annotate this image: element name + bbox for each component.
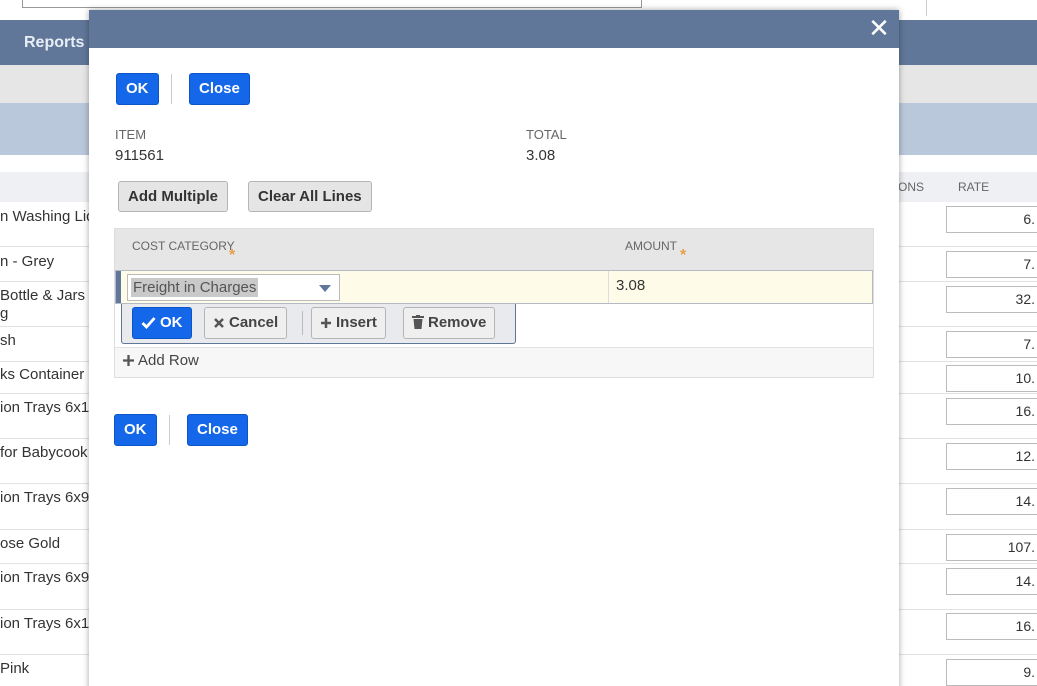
item-name: ion Trays 6x9 <box>0 569 90 586</box>
close-icon[interactable]: ✕ <box>867 15 891 41</box>
add-multiple-button[interactable]: Add Multiple <box>118 181 228 212</box>
cost-category-select[interactable]: Freight in Charges <box>127 274 340 301</box>
active-row-marker <box>116 271 121 303</box>
item-name: n - Grey <box>0 253 55 270</box>
item-name: ion Trays 6x1 <box>0 615 90 632</box>
close-button[interactable]: Close <box>189 73 250 105</box>
item-name: ion Trays 6x9 <box>0 489 90 506</box>
rate-input[interactable]: 14. <box>946 488 1037 515</box>
add-row-button[interactable]: Add Row <box>123 352 199 369</box>
clear-all-lines-button[interactable]: Clear All Lines <box>248 181 372 212</box>
rate-input[interactable]: 10. <box>946 365 1037 392</box>
x-icon <box>214 318 224 328</box>
rate-input[interactable]: 7. <box>946 331 1037 358</box>
item-label: ITEM <box>115 127 147 142</box>
ok-button[interactable]: OK <box>114 414 157 446</box>
nav-item-reports[interactable]: Reports <box>24 34 84 52</box>
add-row-bar: Add Row <box>115 347 873 377</box>
trash-icon <box>412 315 424 329</box>
cost-category-grid: COST CATEGORY * AMOUNT * Freight in Char… <box>114 228 874 378</box>
cost-category-dialog: ✕ OK Close ITEM 911561 TOTAL 3.08 Add Mu… <box>89 10 899 686</box>
rate-input[interactable]: 16. <box>946 398 1037 425</box>
row-cancel-label: Cancel <box>229 314 279 331</box>
row-actions-toolbar: OK Cancel Insert Remove <box>121 304 516 344</box>
item-name: ose Gold <box>0 535 61 552</box>
rate-input[interactable]: 6. <box>946 206 1037 233</box>
grid-header: COST CATEGORY * AMOUNT * <box>115 229 873 270</box>
plus-icon <box>123 355 134 366</box>
rate-input[interactable]: 16. <box>946 613 1037 640</box>
item-value: 911561 <box>115 147 164 164</box>
row-cancel-button[interactable]: Cancel <box>204 307 288 339</box>
required-marker: * <box>229 247 236 264</box>
required-marker: * <box>680 247 687 264</box>
check-icon <box>141 317 156 330</box>
rate-input[interactable]: 32. <box>946 286 1037 313</box>
item-name: sh <box>0 332 16 349</box>
ok-button[interactable]: OK <box>116 73 159 105</box>
dialog-header: ✕ <box>89 10 899 48</box>
action-separator <box>302 311 303 335</box>
column-header-cost-category: COST CATEGORY <box>132 239 235 253</box>
button-separator <box>171 74 172 104</box>
rate-input[interactable]: 9. <box>946 659 1037 686</box>
background-column-rate: RATE <box>958 180 990 194</box>
add-row-label: Add Row <box>138 352 199 369</box>
rate-input[interactable]: 12. <box>946 443 1037 470</box>
cell-divider <box>608 271 609 303</box>
row-ok-button[interactable]: OK <box>132 307 192 339</box>
item-name-continued: g <box>0 305 9 322</box>
row-ok-label: OK <box>160 314 183 331</box>
rate-input[interactable]: 7. <box>946 251 1037 278</box>
item-name: Bottle & Jars <box>0 287 86 304</box>
plus-icon <box>321 318 331 328</box>
chevron-down-icon[interactable] <box>319 285 331 292</box>
background-search-input[interactable] <box>22 0 642 8</box>
item-name: Pink <box>0 660 30 677</box>
row-insert-button[interactable]: Insert <box>311 307 386 339</box>
total-value: 3.08 <box>526 147 556 164</box>
background-divider <box>926 0 927 16</box>
item-name: n Washing Liq <box>0 208 95 225</box>
amount-field[interactable]: 3.08 <box>616 277 645 294</box>
row-remove-label: Remove <box>428 314 487 331</box>
table-row[interactable]: Freight in Charges 3.08 <box>115 270 873 304</box>
total-label: TOTAL <box>526 127 567 142</box>
item-name: ion Trays 6x1 <box>0 399 90 416</box>
background-column-options: ONS <box>898 180 925 194</box>
button-separator <box>169 415 170 445</box>
row-remove-button[interactable]: Remove <box>403 307 496 339</box>
column-header-amount: AMOUNT <box>625 239 677 253</box>
close-button[interactable]: Close <box>187 414 248 446</box>
rate-input[interactable]: 14. <box>946 568 1037 595</box>
cost-category-select-value: Freight in Charges <box>131 278 259 297</box>
item-name: for Babycook <box>0 444 88 461</box>
rate-input[interactable]: 107. <box>946 534 1037 561</box>
row-insert-label: Insert <box>336 314 377 331</box>
item-name: ks Container <box>0 366 85 383</box>
